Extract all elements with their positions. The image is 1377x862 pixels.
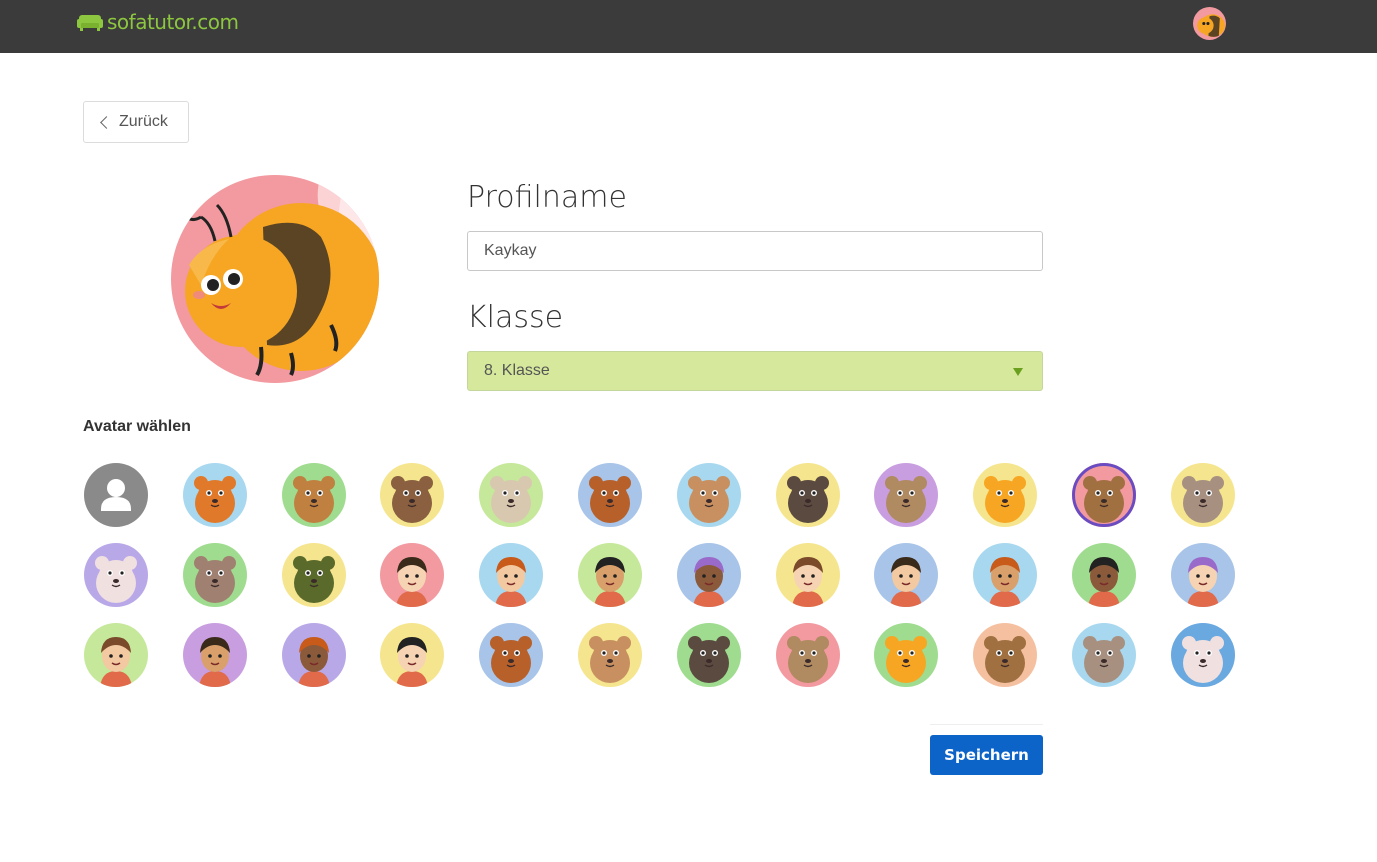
avatar-option-20[interactable] xyxy=(776,543,840,607)
avatar-option-2[interactable] xyxy=(183,463,247,527)
pig-avatar-icon xyxy=(183,463,247,527)
avatar-option-31[interactable] xyxy=(677,623,741,687)
avatar-option-14[interactable] xyxy=(183,543,247,607)
boy-afro-avatar-icon xyxy=(380,623,444,687)
avatar-option-23[interactable] xyxy=(1072,543,1136,607)
avatar-option-33[interactable] xyxy=(874,623,938,687)
avatar-option-29[interactable] xyxy=(479,623,543,687)
avatar-option-12[interactable] xyxy=(1171,463,1235,527)
avatar-option-9[interactable] xyxy=(874,463,938,527)
avatar-option-32[interactable] xyxy=(776,623,840,687)
avatar-option-19[interactable] xyxy=(677,543,741,607)
avatar-option-35[interactable] xyxy=(1072,623,1136,687)
dog-avatar-icon xyxy=(380,463,444,527)
class-select[interactable]: 8. Klasse xyxy=(467,351,1043,391)
class-label: Klasse xyxy=(467,300,564,335)
avatar-option-1[interactable] xyxy=(84,463,148,527)
dropdown-arrow-icon xyxy=(1013,368,1023,376)
avatar-option-6[interactable] xyxy=(578,463,642,527)
avatar-option-16[interactable] xyxy=(380,543,444,607)
avatar-option-36[interactable] xyxy=(1171,623,1235,687)
dragon-avatar-icon xyxy=(677,623,741,687)
avatar-option-7[interactable] xyxy=(677,463,741,527)
raccoon-avatar-icon xyxy=(578,463,642,527)
girl-longhair-avatar-icon xyxy=(677,543,741,607)
boy-dark-avatar-icon xyxy=(578,543,642,607)
hippo-avatar-icon xyxy=(282,543,346,607)
avatar-option-13[interactable] xyxy=(84,543,148,607)
kangaroo-avatar-icon xyxy=(973,463,1037,527)
sofatutor-logo[interactable]: sofatutor.com xyxy=(77,10,239,34)
avatar-option-17[interactable] xyxy=(479,543,543,607)
mouse-avatar-icon xyxy=(84,543,148,607)
avatar-option-24[interactable] xyxy=(1171,543,1235,607)
girl-brownhair-avatar-icon xyxy=(973,543,1037,607)
boy-redhair-avatar-icon xyxy=(479,543,543,607)
avatar-option-8[interactable] xyxy=(776,463,840,527)
cat-glasses-avatar-icon xyxy=(183,543,247,607)
avatar-option-21[interactable] xyxy=(874,543,938,607)
avatar-option-26[interactable] xyxy=(183,623,247,687)
profile-name-label: Profilname xyxy=(467,180,627,215)
back-button-label: Zurück xyxy=(119,113,168,130)
user-avatar-menu[interactable] xyxy=(1193,7,1226,40)
default-user-icon xyxy=(84,463,148,527)
back-button[interactable]: Zurück xyxy=(83,101,189,143)
girl-pigtails-avatar-icon xyxy=(380,543,444,607)
witch-avatar-icon xyxy=(874,623,938,687)
explorer-avatar-icon xyxy=(776,543,840,607)
lion-avatar-icon xyxy=(677,463,741,527)
divider xyxy=(930,724,1043,725)
shark-avatar-icon xyxy=(973,623,1037,687)
avatar-option-34[interactable] xyxy=(973,623,1037,687)
alien-avatar-icon xyxy=(479,623,543,687)
unicorn-avatar-icon xyxy=(1072,623,1136,687)
zombie-avatar-icon xyxy=(776,623,840,687)
avatar-option-4[interactable] xyxy=(380,463,444,527)
fox-avatar-icon xyxy=(282,463,346,527)
girl-curly-avatar-icon xyxy=(183,623,247,687)
avatar-option-15[interactable] xyxy=(282,543,346,607)
mole-avatar-icon xyxy=(874,463,938,527)
avatar-option-30[interactable] xyxy=(578,623,642,687)
boy-mustache-avatar-icon xyxy=(1072,543,1136,607)
avatar-option-3[interactable] xyxy=(282,463,346,527)
avatar-option-22[interactable] xyxy=(973,543,1037,607)
sofa-logo-icon xyxy=(77,15,103,31)
horse-avatar-icon xyxy=(776,463,840,527)
avatar-option-27[interactable] xyxy=(282,623,346,687)
bee-avatar-icon xyxy=(1072,463,1136,527)
logo-text: sofatutor.com xyxy=(107,10,239,34)
boy-blackhair-avatar-icon xyxy=(1171,543,1235,607)
class-select-value: 8. Klasse xyxy=(484,362,550,379)
avatar-option-18[interactable] xyxy=(578,543,642,607)
boy-orange-avatar-icon xyxy=(282,623,346,687)
avatar-option-28[interactable] xyxy=(380,623,444,687)
profile-name-input[interactable] xyxy=(467,231,1043,271)
avatar-option-11[interactable] xyxy=(1072,463,1136,527)
girl-purplehair-avatar-icon xyxy=(84,623,148,687)
avatar-option-5[interactable] xyxy=(479,463,543,527)
penguin-avatar-icon xyxy=(1171,623,1235,687)
squirrel-avatar-icon xyxy=(1171,463,1235,527)
selected-avatar-preview xyxy=(171,175,379,383)
chevron-left-icon xyxy=(100,116,113,129)
avatar-option-25[interactable] xyxy=(84,623,148,687)
top-navigation-bar: sofatutor.com xyxy=(0,0,1377,53)
save-button[interactable]: Speichern xyxy=(930,735,1043,775)
girl-redhat-avatar-icon xyxy=(874,543,938,607)
bee-avatar-icon xyxy=(171,175,379,383)
avatar-option-10[interactable] xyxy=(973,463,1037,527)
avatar-section-title: Avatar wählen xyxy=(83,418,191,435)
bee-avatar-icon xyxy=(1193,7,1226,40)
vampire-avatar-icon xyxy=(578,623,642,687)
beaver-avatar-icon xyxy=(479,463,543,527)
